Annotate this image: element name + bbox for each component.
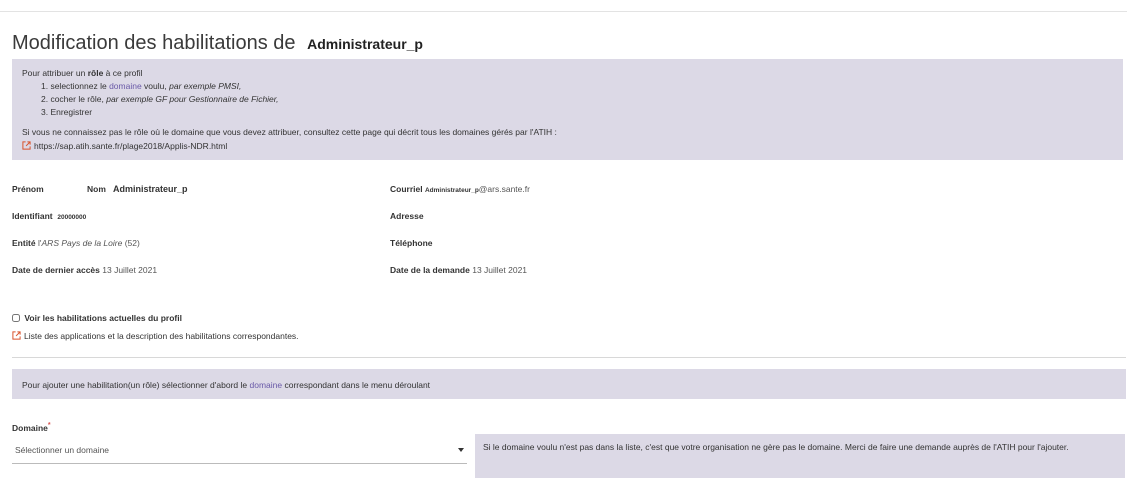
domain-select-underline — [12, 463, 467, 464]
demande-field: Date de la demande 13 Juillet 2021 — [390, 265, 527, 275]
identifiant-label: Identifiant — [12, 211, 53, 221]
courriel-label: Courriel — [390, 184, 423, 194]
add-role-prefix: Pour ajouter une habilitation(un rôle) s… — [22, 380, 248, 390]
entite-label: Entité — [12, 238, 36, 248]
profile-name: Administrateur_p — [307, 36, 423, 52]
nom-value: Administrateur_p — [112, 184, 188, 194]
identifiant-field: Identifiant 20000000 — [12, 211, 86, 221]
domaine-label-text: Domaine — [12, 422, 48, 433]
help-step-1-mid: voulu, — [144, 81, 167, 91]
help-panel: Pour attribuer un rôle à ce profil 1. se… — [12, 59, 1123, 160]
entite-field: Entité l'ARS Pays de la Loire (52) — [12, 238, 140, 248]
courriel-user: Administrateur_p — [424, 187, 479, 194]
habilitations-toggle[interactable]: Voir les habilitations actuelles du prof… — [12, 313, 182, 323]
page-title: Modification des habilitations de Admini… — [12, 32, 423, 55]
prenom-label: Prénom — [12, 184, 44, 194]
chevron-down-icon — [458, 448, 464, 452]
help-step-1-prefix: 1. selectionnez le — [41, 81, 107, 91]
help-step-3: 3. Enregistrer — [41, 107, 93, 117]
help-intro-prefix: Pour attribuer un — [22, 68, 86, 78]
help-step-1-example: par exemple PMSI, — [169, 81, 242, 91]
section-divider — [12, 357, 1126, 358]
dernier-acces-field: Date de dernier accès 13 Juillet 2021 — [12, 265, 157, 275]
nom-label: Nom — [87, 184, 106, 194]
help-intro: Pour attribuer un rôle à ce profil — [22, 68, 143, 78]
entite-value: ARS Pays de la Loire — [41, 238, 123, 248]
external-link-icon — [22, 141, 31, 150]
entite-code: (52) — [124, 238, 140, 248]
identifiant-value: 20000000 — [57, 214, 87, 221]
courriel-domain: @ars.sante.fr — [478, 184, 530, 194]
domain-note-panel: Si le domaine voulu n'est pas dans la li… — [475, 434, 1125, 478]
dernier-acces-label: Date de dernier accès — [12, 265, 100, 275]
habilitations-checkbox[interactable] — [12, 314, 20, 322]
top-divider — [0, 11, 1127, 12]
help-intro-suffix: à ce profil — [105, 68, 143, 78]
external-link-icon — [12, 331, 21, 340]
habilitations-checkbox-label: Voir les habilitations actuelles du prof… — [24, 313, 182, 323]
nom-field: Nom Administrateur_p — [87, 184, 188, 194]
help-step-2-prefix: 2. cocher le rôle, — [41, 94, 104, 104]
adresse-label: Adresse — [390, 211, 424, 221]
domains-page-link[interactable]: https://sap.atih.sante.fr/plage2018/Appl… — [22, 141, 227, 151]
required-marker: * — [47, 422, 51, 429]
help-intro-role: rôle — [87, 68, 104, 78]
page-title-text: Modification des habilitations de — [12, 32, 296, 54]
domaine-label: Domaine* — [12, 422, 51, 433]
telephone-label: Téléphone — [390, 238, 433, 248]
domain-note-text: Si le domaine voulu n'est pas dans la li… — [483, 442, 1069, 452]
demande-label: Date de la demande — [390, 265, 470, 275]
add-role-suffix: correspondant dans le menu déroulant — [284, 380, 431, 390]
help-step-2: 2. cocher le rôle, par exemple GF pour G… — [41, 94, 279, 104]
add-role-info-panel: Pour ajouter une habilitation(un rôle) s… — [12, 369, 1126, 399]
help-step-2-example: par exemple GF pour Gestionnaire de Fich… — [106, 94, 279, 104]
domain-select-placeholder: Sélectionner un domaine — [15, 445, 110, 455]
domains-page-link-text: https://sap.atih.sante.fr/plage2018/Appl… — [34, 141, 228, 151]
help-step-1: 1. selectionnez le domaine voulu, par ex… — [41, 81, 241, 91]
demande-value: 13 Juillet 2021 — [472, 265, 528, 275]
add-role-domain: domaine — [249, 380, 283, 390]
domain-select[interactable]: Sélectionner un domaine — [12, 440, 467, 462]
add-role-info-text: Pour ajouter une habilitation(un rôle) s… — [22, 380, 430, 390]
applications-list-link-text: Liste des applications et la description… — [24, 331, 299, 341]
help-step-1-domain: domaine — [109, 81, 142, 91]
dernier-acces-value: 13 Juillet 2021 — [102, 265, 158, 275]
applications-list-link[interactable]: Liste des applications et la description… — [12, 331, 299, 341]
courriel-field: Courriel Administrateur_p@ars.sante.fr — [390, 184, 530, 194]
help-note: Si vous ne connaissez pas le rôle où le … — [22, 127, 557, 137]
